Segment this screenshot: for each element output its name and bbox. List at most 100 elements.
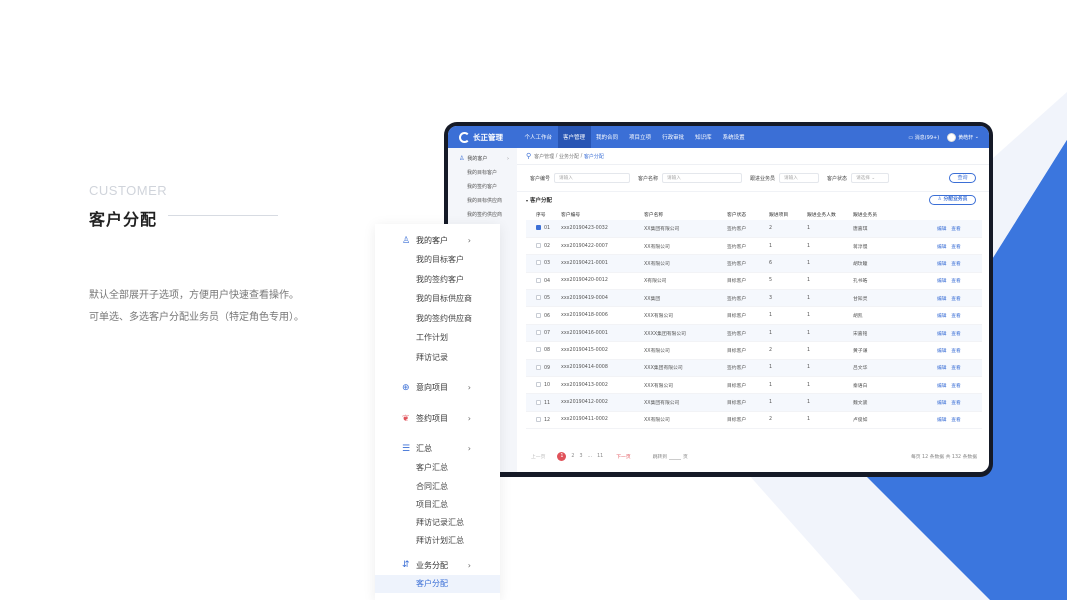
page-11[interactable]: 11 [597,454,603,459]
view-link[interactable]: 查看 [951,418,961,423]
chevron-down-icon[interactable]: ⌄ [973,134,979,140]
edit-link[interactable]: 编辑 [937,245,947,250]
view-link[interactable]: 查看 [951,349,961,354]
table-row[interactable]: 05 xxx20190419-0004 XX集团 签约客户 3 1 甘知灵 编辑 查看 [526,289,982,308]
page-3[interactable]: 3 [579,454,582,459]
edit-link[interactable]: 编辑 [937,262,947,267]
nav-item[interactable]: 行政审批 [657,126,690,148]
customer-name-input[interactable]: 请输入 [662,173,743,183]
row-checkbox[interactable] [536,277,541,283]
messages-link[interactable]: ▭ 消息(99+) [908,134,939,141]
menu-group-signed-projects[interactable]: ❦ 签约项目 › [375,409,500,428]
table-row[interactable]: 04 xxx20190420-0012 X有限公司 目标客户 5 1 孔书皓 编辑 查看 [526,272,982,291]
view-link[interactable]: 查看 [951,262,961,267]
edit-link[interactable]: 编辑 [937,227,947,232]
avatar[interactable] [947,132,957,142]
menu-item-active[interactable]: 客户分配 [375,574,500,593]
table-row[interactable]: 03 xxx20190421-0001 XX有限公司 签约客户 6 1 胡玟瞳 编辑 查看 [526,254,982,273]
edit-link[interactable]: 编辑 [937,332,947,337]
view-link[interactable]: 查看 [951,384,961,389]
nav-item[interactable]: 我的合同 [591,126,624,148]
prev-page[interactable]: 上一页 [531,453,545,460]
nav-item[interactable]: 知识库 [690,126,718,148]
menu-item[interactable]: 项目汇总 [375,496,500,514]
page-1[interactable]: 1 [557,452,567,461]
menu-item[interactable]: 拜访记录汇总 [375,514,500,532]
next-page[interactable]: 下一页 [616,453,630,460]
view-link[interactable]: 查看 [951,227,961,232]
menu-item[interactable]: 我的目标客户 [375,250,500,270]
table-row[interactable]: 06 xxx20190418-0006 XXX有限公司 目标客户 1 1 胡凯 编辑 查看 [526,306,982,325]
row-checkbox[interactable] [536,399,541,405]
nav-item[interactable]: 系统设置 [717,126,750,148]
sidebar-item[interactable]: 我的目标供应商 [448,190,517,204]
menu-group-my-customers[interactable]: ♙ 我的客户 › [375,231,500,250]
menu-item[interactable]: 合同汇总 [375,478,500,496]
breadcrumb-item[interactable]: 业务分配 [559,153,579,160]
row-checkbox[interactable] [536,295,541,301]
row-checkbox[interactable] [536,416,541,422]
salesperson-input[interactable]: 请输入 [779,173,820,183]
row-checkbox[interactable] [536,364,541,370]
nav-item-active[interactable]: 客户管理 [557,126,591,148]
sidebar-item[interactable]: 我的目标客户 [448,162,517,176]
search-button[interactable]: 查询 [949,173,976,183]
breadcrumb-item[interactable]: 客户管理 [534,153,554,160]
table-row[interactable]: 10 xxx20190413-0002 XXX有限公司 目标客户 1 1 秦语白 编辑 查看 [526,376,982,395]
table-row[interactable]: 01 xxx20190423-0032 XX集团有限公司 签约客户 2 1 唐嘉琪 编辑 查看 [526,220,982,238]
chevron-right-icon: › [467,383,471,392]
row-checkbox[interactable] [536,260,541,266]
view-link[interactable]: 查看 [951,279,961,284]
menu-group-intent-projects[interactable]: ⊕ 意向项目 › [375,378,500,397]
menu-item[interactable]: 客户汇总 [375,458,500,478]
row-checkbox[interactable] [536,312,541,318]
menu-item[interactable]: 拜访计划汇总 [375,532,500,550]
sidebar-item[interactable]: 我的签约供应商 [448,204,517,218]
menu-group-business-assignment[interactable]: ⇵ 业务分配 › [375,556,500,575]
user-name[interactable]: 黄皓轩 [958,134,973,141]
menu-item[interactable]: 我的签约客户 [375,270,500,290]
edit-link[interactable]: 编辑 [937,418,947,423]
sidebar-group-my-customers[interactable]: ♙ 我的客户 › [448,148,517,162]
menu-group-summary[interactable]: ☰ 汇总 › [375,439,500,458]
view-link[interactable]: 查看 [951,366,961,371]
assign-salesperson-button[interactable]: ♙ 分配业务员 [929,195,976,205]
view-link[interactable]: 查看 [951,245,961,250]
view-link[interactable]: 查看 [951,314,961,319]
edit-link[interactable]: 编辑 [937,349,947,354]
table-row[interactable]: 02 xxx20190422-0007 XX有限公司 签约客户 1 1 蒋淳慢 编辑 查看 [526,237,982,256]
edit-link[interactable]: 编辑 [937,384,947,389]
customer-code-input[interactable]: 请输入 [554,173,631,183]
edit-link[interactable]: 编辑 [937,297,947,302]
cell-count: 1 [805,376,851,395]
row-checkbox[interactable] [536,347,541,353]
menu-item[interactable]: 工作计划 [375,328,500,348]
nav-item[interactable]: 项目立项 [624,126,657,148]
row-checkbox[interactable] [536,382,541,388]
menu-item[interactable]: 我的签约供应商 [375,309,500,329]
menu-item[interactable]: 我的目标供应商 [375,289,500,309]
edit-link[interactable]: 编辑 [937,366,947,371]
view-link[interactable]: 查看 [951,297,961,302]
menu-item[interactable]: 拜访记录 [375,348,500,368]
edit-link[interactable]: 编辑 [937,401,947,406]
edit-link[interactable]: 编辑 [937,279,947,284]
row-checkbox[interactable] [536,225,541,231]
page-2[interactable]: 2 [571,454,574,459]
table-row[interactable]: 11 xxx20190412-0002 XX集团有限公司 目标客户 1 1 魏文骏 编辑 查看 [526,393,982,412]
description-line-2: 可单选、多选客户分配业务员（特定角色专用）。 [89,312,304,323]
row-checkbox[interactable] [536,243,541,249]
collapse-icon[interactable]: ▾ [526,198,528,203]
view-link[interactable]: 查看 [951,401,961,406]
view-link[interactable]: 查看 [951,332,961,337]
row-checkbox[interactable] [536,330,541,336]
table-row[interactable]: 12 xxx20190411-0002 XX有限公司 目标客户 2 1 卢俊如 编辑 查看 [526,411,982,430]
sidebar-item[interactable]: 我的签约客户 [448,176,517,190]
goto-input[interactable] [669,454,682,460]
nav-item[interactable]: 个人工作台 [519,126,558,148]
table-row[interactable]: 09 xxx20190414-0008 XXX集团有限公司 签约客户 1 1 吕文华 编辑 查… [526,359,982,378]
status-select[interactable]: 请选择 ⌄ [851,173,890,183]
table-row[interactable]: 07 xxx20190416-0001 XXXX集团有限公司 签约客户 1 1 宋嘉铭 编辑 … [526,324,982,343]
table-row[interactable]: 08 xxx20190415-0002 XX有限公司 目标客户 2 1 黄子谦 编辑 查看 [526,341,982,360]
edit-link[interactable]: 编辑 [937,314,947,319]
